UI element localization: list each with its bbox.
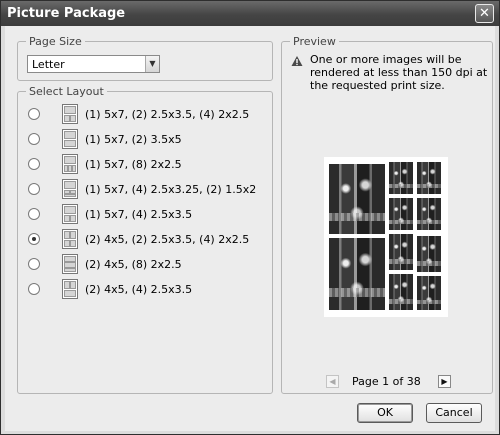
preview-photo [416, 275, 442, 311]
cancel-button[interactable]: Cancel [426, 403, 482, 423]
picture-package-dialog: Picture Package ✕ Page Size Letter ▼ Sel… [0, 0, 500, 435]
select-layout-group: Select Layout (1) 5x7, (2) 2.5x3.5, (4) … [17, 85, 273, 394]
preview-photo [328, 237, 386, 311]
layout-radio[interactable] [28, 283, 40, 295]
layout-label: (2) 4x5, (8) 2x2.5 [85, 258, 182, 271]
chevron-down-icon[interactable]: ▼ [145, 56, 159, 72]
title-bar[interactable]: Picture Package ✕ [1, 1, 499, 26]
previous-page-icon[interactable]: ◀ [326, 375, 339, 388]
layout-radio[interactable] [28, 108, 40, 120]
dialog-body: Page Size Letter ▼ Select Layout (1) 5x7… [5, 26, 495, 431]
layout-label: (2) 4x5, (2) 2.5x3.5, (4) 2x2.5 [85, 233, 250, 246]
preview-legend: Preview [290, 35, 339, 48]
layout-label: (1) 5x7, (4) 2.5x3.5 [85, 208, 193, 221]
layout-option[interactable]: (1) 5x7, (2) 2.5x3.5, (4) 2x2.5 [28, 104, 268, 126]
layout-label: (1) 5x7, (2) 3.5x5 [85, 133, 182, 146]
layout-thumbnail-icon [62, 229, 78, 249]
layout-radio[interactable] [28, 158, 40, 170]
preview-photo [416, 235, 442, 273]
layout-option[interactable]: (2) 4x5, (2) 2.5x3.5, (4) 2x2.5 [28, 229, 268, 251]
layout-thumbnail-icon [62, 104, 78, 124]
layout-radio[interactable] [28, 258, 40, 270]
layout-label: (2) 4x5, (4) 2.5x3.5 [85, 283, 193, 296]
layout-thumbnail-icon [62, 129, 78, 149]
layout-label: (1) 5x7, (4) 2.5x3.25, (2) 1.5x2 [85, 183, 257, 196]
layout-option[interactable]: (2) 4x5, (8) 2x2.5 [28, 254, 268, 276]
page-size-select[interactable]: Letter ▼ [27, 55, 160, 73]
layout-radio[interactable] [28, 133, 40, 145]
layout-option[interactable]: (1) 5x7, (4) 2.5x3.25, (2) 1.5x2 [28, 179, 268, 201]
warning-triangle-icon [291, 56, 303, 66]
layout-label: (1) 5x7, (2) 2.5x3.5, (4) 2x2.5 [85, 108, 250, 121]
window-title: Picture Package [7, 6, 126, 21]
layout-thumbnail-icon [62, 279, 78, 299]
layout-label: (1) 5x7, (8) 2x2.5 [85, 158, 182, 171]
layout-thumbnail-icon [62, 204, 78, 224]
preview-photo [388, 197, 414, 231]
layout-option[interactable]: (1) 5x7, (2) 3.5x5 [28, 129, 268, 151]
preview-photo [388, 233, 414, 271]
page-size-group: Page Size Letter ▼ [17, 35, 273, 81]
layout-radio[interactable] [28, 183, 40, 195]
preview-photo [416, 161, 442, 195]
preview-photo [328, 163, 386, 235]
preview-photo [388, 161, 414, 195]
page-size-value: Letter [32, 58, 65, 71]
layout-option[interactable]: (1) 5x7, (8) 2x2.5 [28, 154, 268, 176]
close-icon[interactable]: ✕ [475, 4, 494, 23]
select-layout-legend: Select Layout [26, 85, 107, 98]
ok-button[interactable]: OK [357, 403, 413, 423]
page-size-legend: Page Size [26, 35, 85, 48]
next-page-icon[interactable]: ▶ [438, 375, 451, 388]
preview-photo [388, 273, 414, 311]
dpi-warning-text: One or more images will be rendered at l… [310, 53, 488, 92]
layout-radio-selected[interactable] [28, 233, 40, 245]
layout-thumbnail-icon [62, 154, 78, 174]
preview-group: Preview One or more images will be rende… [281, 35, 493, 394]
layout-option[interactable]: (1) 5x7, (4) 2.5x3.5 [28, 204, 268, 226]
layout-thumbnail-icon [62, 254, 78, 274]
preview-page [324, 157, 448, 317]
layout-thumbnail-icon [62, 179, 78, 199]
preview-photo [416, 197, 442, 231]
page-indicator: Page 1 of 38 [352, 375, 421, 388]
layout-option[interactable]: (2) 4x5, (4) 2.5x3.5 [28, 279, 268, 301]
layout-radio[interactable] [28, 208, 40, 220]
